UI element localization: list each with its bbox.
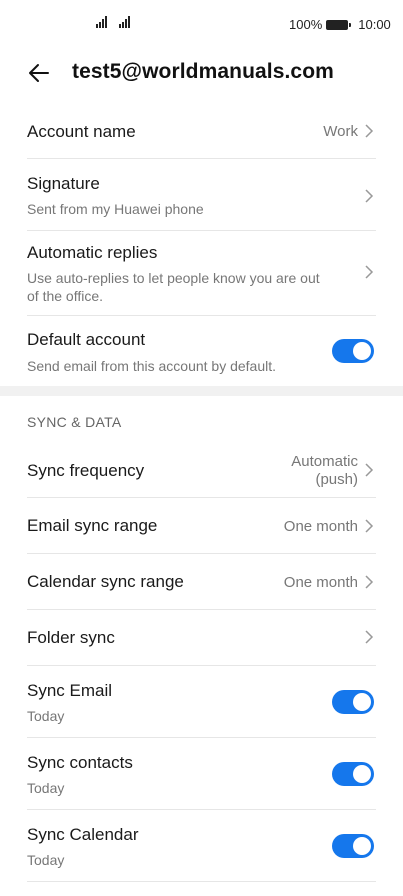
email-sync-range-value: One month [283, 518, 358, 535]
sync-contacts-toggle[interactable] [332, 762, 374, 786]
sync-calendar-label: Sync Calendar [27, 825, 139, 844]
sync-frequency-label: Sync frequency [27, 461, 145, 480]
signal-icon [119, 16, 130, 28]
sync-email-toggle[interactable] [332, 690, 374, 714]
signature-row[interactable]: Signature Sent from my Huawei phone [27, 166, 376, 226]
sync-email-label: Sync Email [27, 681, 113, 700]
default-account-label: Default account [27, 330, 146, 349]
sync-contacts-subtitle: Today [27, 780, 65, 796]
sync-calendar-subtitle: Today [27, 852, 65, 868]
status-right: 100% 10:00 [289, 17, 391, 32]
divider [27, 609, 376, 610]
section-header-sync-data: SYNC & DATA [27, 414, 122, 430]
divider [27, 230, 376, 231]
calendar-sync-range-label: Calendar sync range [27, 572, 184, 591]
app-header: test5@worldmanuals.com [0, 52, 403, 94]
default-account-subtitle: Send email from this account by default. [27, 358, 277, 374]
folder-sync-row[interactable]: Folder sync [27, 618, 376, 658]
divider [27, 553, 376, 554]
account-name-label: Account name [27, 122, 136, 141]
sync-frequency-row[interactable]: Sync frequency Automatic (push) [27, 448, 376, 494]
chevron-right-icon [365, 463, 374, 477]
automatic-replies-label: Automatic replies [27, 243, 158, 262]
sync-calendar-toggle[interactable] [332, 834, 374, 858]
automatic-replies-subtitle: Use auto-replies to let people know you … [27, 270, 320, 304]
signal-icon [96, 16, 107, 28]
divider [27, 497, 376, 498]
clock: 10:00 [358, 17, 391, 32]
section-separator [0, 386, 403, 396]
default-account-toggle[interactable] [332, 339, 374, 363]
signature-label: Signature [27, 174, 100, 193]
default-account-row: Default account Send email from this acc… [27, 322, 376, 382]
divider [27, 665, 376, 666]
automatic-replies-row[interactable]: Automatic replies Use auto-replies to le… [27, 236, 376, 312]
email-sync-range-label: Email sync range [27, 516, 158, 535]
divider [27, 158, 376, 159]
sync-email-subtitle: Today [27, 708, 65, 724]
account-name-value: Work [323, 123, 358, 140]
signature-subtitle: Sent from my Huawei phone [27, 201, 204, 217]
sync-contacts-label: Sync contacts [27, 753, 133, 772]
arrow-left-icon[interactable] [26, 60, 52, 86]
sync-contacts-row: Sync contacts Today [27, 746, 376, 804]
folder-sync-label: Folder sync [27, 628, 115, 647]
account-name-row[interactable]: Account name Work [27, 114, 376, 150]
sync-calendar-row: Sync Calendar Today [27, 818, 376, 876]
chevron-right-icon [365, 124, 374, 138]
status-bar: 100% 10:00 [0, 0, 403, 48]
battery-icon [326, 19, 352, 30]
divider [27, 737, 376, 738]
calendar-sync-range-row[interactable]: Calendar sync range One month [27, 562, 376, 602]
divider [27, 809, 376, 810]
battery-percent: 100% [289, 17, 323, 32]
sync-frequency-value: Automatic (push) [291, 453, 358, 488]
chevron-right-icon [365, 189, 374, 203]
chevron-right-icon [365, 630, 374, 644]
chevron-right-icon [365, 575, 374, 589]
divider [27, 315, 376, 316]
chevron-right-icon [365, 265, 374, 279]
sync-email-row: Sync Email Today [27, 674, 376, 732]
email-sync-range-row[interactable]: Email sync range One month [27, 506, 376, 546]
chevron-right-icon [365, 519, 374, 533]
page-title: test5@worldmanuals.com [72, 60, 334, 83]
divider [27, 881, 376, 882]
calendar-sync-range-value: One month [283, 574, 358, 591]
